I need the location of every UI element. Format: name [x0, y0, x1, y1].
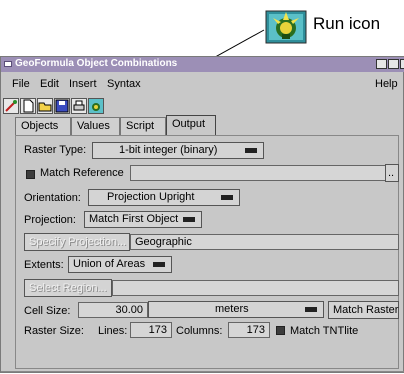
tab-objects[interactable]: Objects [15, 117, 71, 135]
raster-type-label: Raster Type: [24, 144, 87, 156]
menu-syntax[interactable]: Syntax [107, 78, 141, 90]
menu-file[interactable]: File [12, 78, 30, 90]
cell-size-field[interactable]: 30.00 [78, 302, 148, 318]
match-tntlite-label: Match TNTlite [290, 325, 359, 337]
dropdown-arrow-icon [183, 217, 195, 222]
menu-edit[interactable]: Edit [40, 78, 59, 90]
lines-label: Lines: [98, 325, 128, 337]
match-reference-label: Match Reference [40, 167, 124, 179]
extents-value: Union of Areas [73, 258, 146, 270]
window-title: GeoFormula Object Combinations [15, 58, 178, 69]
orientation-label: Orientation: [24, 192, 81, 204]
region-field[interactable] [112, 280, 399, 296]
browse-button[interactable]: .. [385, 164, 399, 182]
save-icon[interactable] [54, 98, 70, 114]
new-file-icon[interactable] [20, 98, 36, 114]
maximize-button[interactable] [388, 59, 399, 69]
extents-dropdown[interactable]: Union of Areas [68, 256, 172, 273]
close-button[interactable] [400, 59, 404, 69]
magic-wand-icon[interactable] [3, 98, 19, 114]
menu-help[interactable]: Help [375, 78, 398, 90]
dropdown-arrow-icon [245, 148, 257, 153]
dropdown-arrow-icon [305, 307, 317, 312]
columns-label: Columns: [176, 325, 223, 337]
projection-value: Match First Object [89, 213, 179, 225]
cell-size-unit-dropdown[interactable]: meters [148, 301, 324, 318]
title-bar: GeoFormula Object Combinations [1, 57, 404, 72]
menu-insert[interactable]: Insert [69, 78, 97, 90]
raster-size-label: Raster Size: [24, 325, 84, 337]
extents-label: Extents: [24, 259, 64, 271]
toolbar [3, 98, 133, 114]
print-icon[interactable] [71, 98, 87, 114]
window-menu-icon[interactable] [4, 61, 12, 67]
projection-label: Projection: [24, 214, 76, 226]
run-icon-enlarged [265, 10, 307, 44]
output-panel: Raster Type: 1-bit integer (binary) Matc… [15, 135, 399, 369]
open-folder-icon[interactable] [37, 98, 53, 114]
match-tntlite-checkbox[interactable] [276, 326, 285, 335]
orientation-value: Projection Upright [107, 191, 195, 203]
select-region-button[interactable]: Select Region... [24, 279, 112, 297]
cell-size-unit: meters [215, 303, 249, 315]
cell-size-label: Cell Size: [24, 305, 71, 317]
tab-output[interactable]: Output [166, 115, 216, 136]
lines-field[interactable]: 173 [130, 322, 172, 338]
projection-dropdown[interactable]: Match First Object [84, 211, 202, 228]
dropdown-arrow-icon [221, 195, 233, 200]
columns-field[interactable]: 173 [228, 322, 270, 338]
tab-script[interactable]: Script [120, 117, 166, 135]
specify-projection-button[interactable]: Specify Projection... [24, 233, 130, 251]
tab-values[interactable]: Values [71, 117, 120, 135]
projection-text-field[interactable]: Geographic [130, 234, 399, 250]
dropdown-arrow-icon [153, 262, 165, 267]
menu-bar: File Edit Insert Syntax Help [1, 77, 404, 93]
match-raster-button[interactable]: Match Raster [328, 301, 399, 319]
raster-type-dropdown[interactable]: 1-bit integer (binary) [92, 142, 264, 159]
minimize-button[interactable] [376, 59, 387, 69]
geoformula-window: GeoFormula Object Combinations File Edit… [0, 56, 404, 373]
run-icon[interactable] [88, 98, 104, 114]
orientation-dropdown[interactable]: Projection Upright [88, 189, 240, 206]
match-reference-checkbox[interactable] [26, 170, 35, 179]
raster-type-value: 1-bit integer (binary) [119, 144, 218, 156]
callout-label: Run icon [313, 14, 381, 33]
match-reference-field[interactable] [130, 165, 386, 181]
